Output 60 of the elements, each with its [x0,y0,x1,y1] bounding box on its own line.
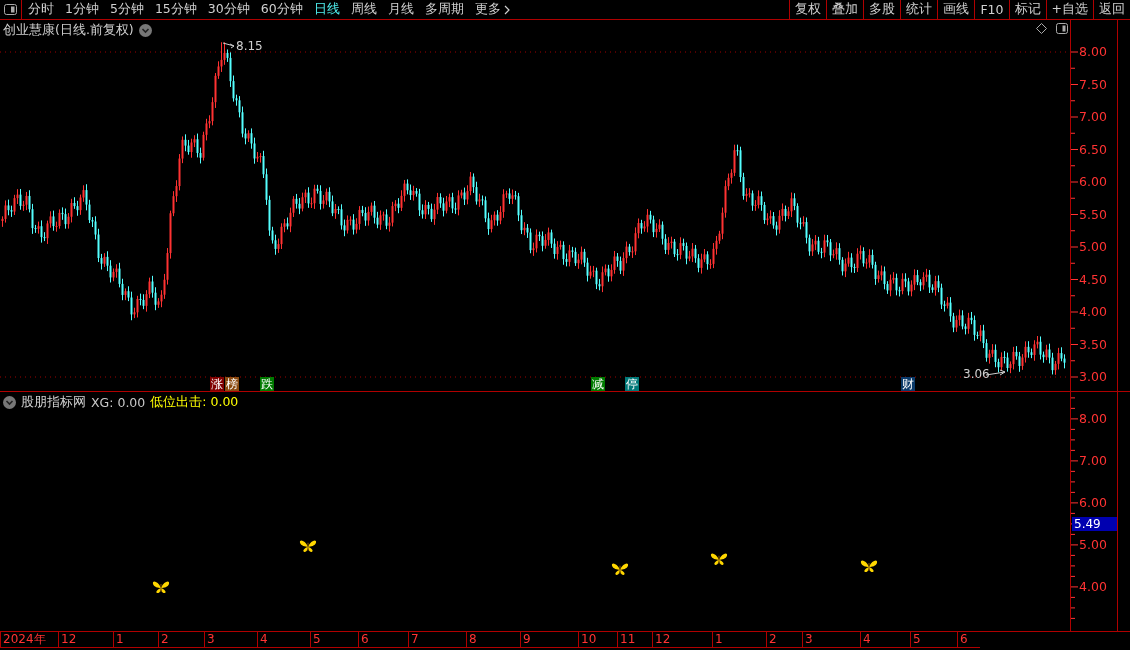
axis-label: 3.50 [1079,337,1107,352]
period-tab[interactable]: 多周期 [424,1,464,18]
axis-label: 3.00 [1079,370,1107,384]
period-tab[interactable]: 1分钟 [65,1,99,18]
date-label: 2 [158,632,169,647]
indicator-title: 股朋指标网 [21,394,86,411]
low-price-label: 3.06 [963,367,990,381]
date-label: 12 [652,632,671,647]
event-tag[interactable]: 财 [901,377,915,391]
date-label: 1 [113,632,124,647]
axis-label: 8.00 [1079,45,1107,59]
event-tag[interactable]: 跌 [260,377,274,391]
axis-label: 7.00 [1079,453,1107,468]
event-tag[interactable]: 涨 [210,377,224,391]
date-label: 7 [408,632,419,647]
event-tag[interactable]: 榜 [225,377,239,391]
date-label: 9 [520,632,531,647]
axis-label: 5.50 [1079,207,1107,222]
date-label: 3 [802,632,813,647]
axis-label: 6.00 [1079,175,1107,189]
date-label: 6 [957,632,968,647]
chart-title: 创业慧康(日线.前复权) [3,22,134,39]
axis-label: 7.00 [1079,110,1107,124]
period-tab[interactable]: 日线 [313,1,340,18]
period-tab[interactable]: 15分钟 [154,1,197,18]
axis-label: 7.50 [1079,77,1107,92]
period-tab[interactable]: 周线 [350,1,377,18]
event-tag[interactable]: 停 [625,377,639,391]
date-label: 12 [58,632,77,647]
period-tab[interactable]: 分时 [28,1,54,18]
axis-label: 8.00 [1079,411,1107,426]
period-tab[interactable]: 月线 [387,1,414,18]
date-label: 2024年 [0,632,46,647]
date-label: 4 [860,632,871,647]
axis-label: 4.00 [1079,579,1107,594]
high-price-label: 8.15 [236,39,263,53]
date-label: 10 [578,632,597,647]
more-menu[interactable]: 更多 [474,1,510,18]
legend-value: 低位出击: 0.00 [150,394,239,411]
date-label: 8 [466,632,477,647]
legend-value: XG: 0.00 [91,395,146,410]
axis-label: 5.00 [1079,240,1107,254]
axis-label: 5.00 [1079,537,1107,552]
event-tag[interactable]: 减 [591,377,605,391]
date-label: 3 [204,632,215,647]
date-label: 1 [712,632,723,647]
current-value-label: 5.49 [1072,517,1117,532]
period-tab[interactable]: 60分钟 [260,1,303,18]
date-label: 6 [358,632,369,647]
date-label: 5 [910,632,921,647]
date-label: 5 [310,632,321,647]
axis-label: 4.00 [1079,305,1107,319]
date-label: 11 [617,632,636,647]
axis-label: 6.00 [1079,495,1107,510]
period-tab[interactable]: 30分钟 [207,1,250,18]
date-label: 2 [766,632,777,647]
date-label: 4 [257,632,268,647]
period-tab[interactable]: 5分钟 [109,1,144,18]
axis-label: 6.50 [1079,142,1107,157]
axis-label: 4.50 [1079,272,1107,287]
